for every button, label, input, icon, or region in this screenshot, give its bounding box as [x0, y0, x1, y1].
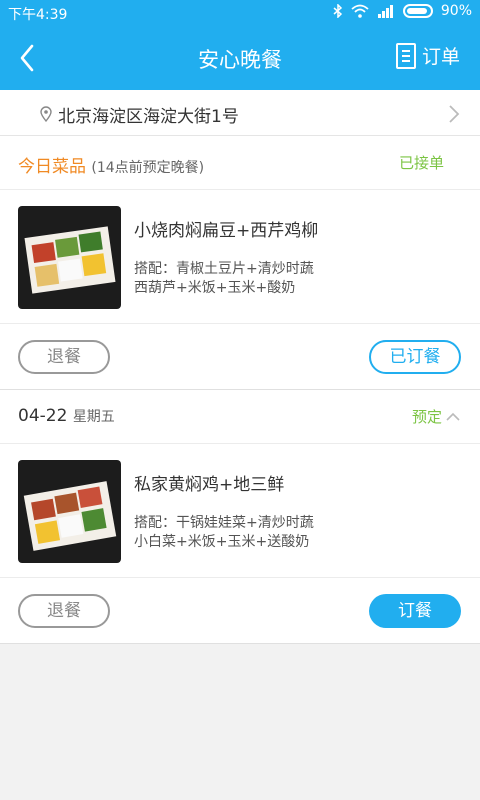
- next-day-section-header[interactable]: 04-22 星期五 预定: [0, 390, 480, 444]
- meal-combo: 搭配：干锅娃娃菜+清炒时蔬 小白菜+米饭+玉米+送酸奶: [134, 514, 314, 552]
- meal-combo: 搭配：青椒土豆片+清炒时蔬 西葫芦+米饭+玉米+酸奶: [134, 260, 314, 298]
- meal-combo-line: 搭配：青椒土豆片+清炒时蔬: [134, 261, 314, 277]
- reserve-status: 预定: [411, 408, 442, 426]
- next-day-weekday: 星期五: [72, 409, 115, 425]
- ordered-button[interactable]: 已订餐: [369, 340, 461, 374]
- today-section-header: 今日菜品 (14点前预定晚餐) 已接单: [0, 136, 480, 190]
- today-meal-item[interactable]: 小烧肉焖扁豆+西芹鸡柳 搭配：青椒土豆片+清炒时蔬 西葫芦+米饭+玉米+酸奶: [0, 190, 480, 324]
- chevron-right-icon: [449, 105, 460, 123]
- cancel-meal-button[interactable]: 退餐: [18, 340, 110, 374]
- meal-combo-line: 西葫芦+米饭+玉米+酸奶: [134, 280, 296, 296]
- meal-name: 私家黄焖鸡+地三鲜: [134, 475, 285, 495]
- next-day-actions: 退餐 订餐: [0, 578, 480, 644]
- app-bar: 安心晚餐 订单: [0, 26, 480, 90]
- orders-label: 订单: [421, 46, 460, 68]
- meal-combo-line: 搭配：干锅娃娃菜+清炒时蔬: [134, 515, 314, 531]
- status-bar: 下午4:39 90%: [0, 0, 480, 26]
- address-row[interactable]: 北京海淀区海淀大街1号: [0, 90, 480, 136]
- meal-photo: [18, 460, 121, 563]
- status-icons: 90%: [333, 3, 472, 19]
- next-day-label-group: 04-22 星期五: [18, 406, 115, 426]
- next-day-meal-item[interactable]: 私家黄焖鸡+地三鲜 搭配：干锅娃娃菜+清炒时蔬 小白菜+米饭+玉米+送酸奶: [0, 444, 480, 578]
- wifi-icon: [351, 4, 369, 18]
- address-text: 北京海淀区海淀大街1号: [58, 107, 239, 127]
- order-button[interactable]: 订餐: [369, 594, 461, 628]
- today-label: 今日菜品: [18, 157, 86, 177]
- reserve-toggle[interactable]: 预定: [412, 406, 460, 427]
- meal-combo-line: 小白菜+米饭+玉米+送酸奶: [134, 534, 310, 550]
- bluetooth-icon: [333, 4, 342, 18]
- meal-photo: [18, 206, 121, 309]
- cancel-meal-button[interactable]: 退餐: [18, 594, 110, 628]
- order-status-badge: 已接单: [398, 154, 444, 172]
- order-list-icon: [395, 42, 416, 69]
- battery-icon: [402, 4, 433, 18]
- status-time: 下午4:39: [8, 7, 68, 23]
- battery-percent: 90%: [440, 3, 472, 19]
- next-day-date: 04-22: [18, 406, 68, 426]
- chevron-up-icon: [446, 412, 460, 421]
- meal-name: 小烧肉焖扁豆+西芹鸡柳: [134, 221, 319, 241]
- today-actions: 退餐 已订餐: [0, 324, 480, 390]
- orders-button[interactable]: 订单: [395, 42, 460, 69]
- location-pin-icon: [40, 106, 52, 122]
- today-note: (14点前预定晚餐): [91, 160, 205, 176]
- today-label-group: 今日菜品 (14点前预定晚餐): [18, 152, 204, 177]
- signal-icon: [377, 5, 393, 18]
